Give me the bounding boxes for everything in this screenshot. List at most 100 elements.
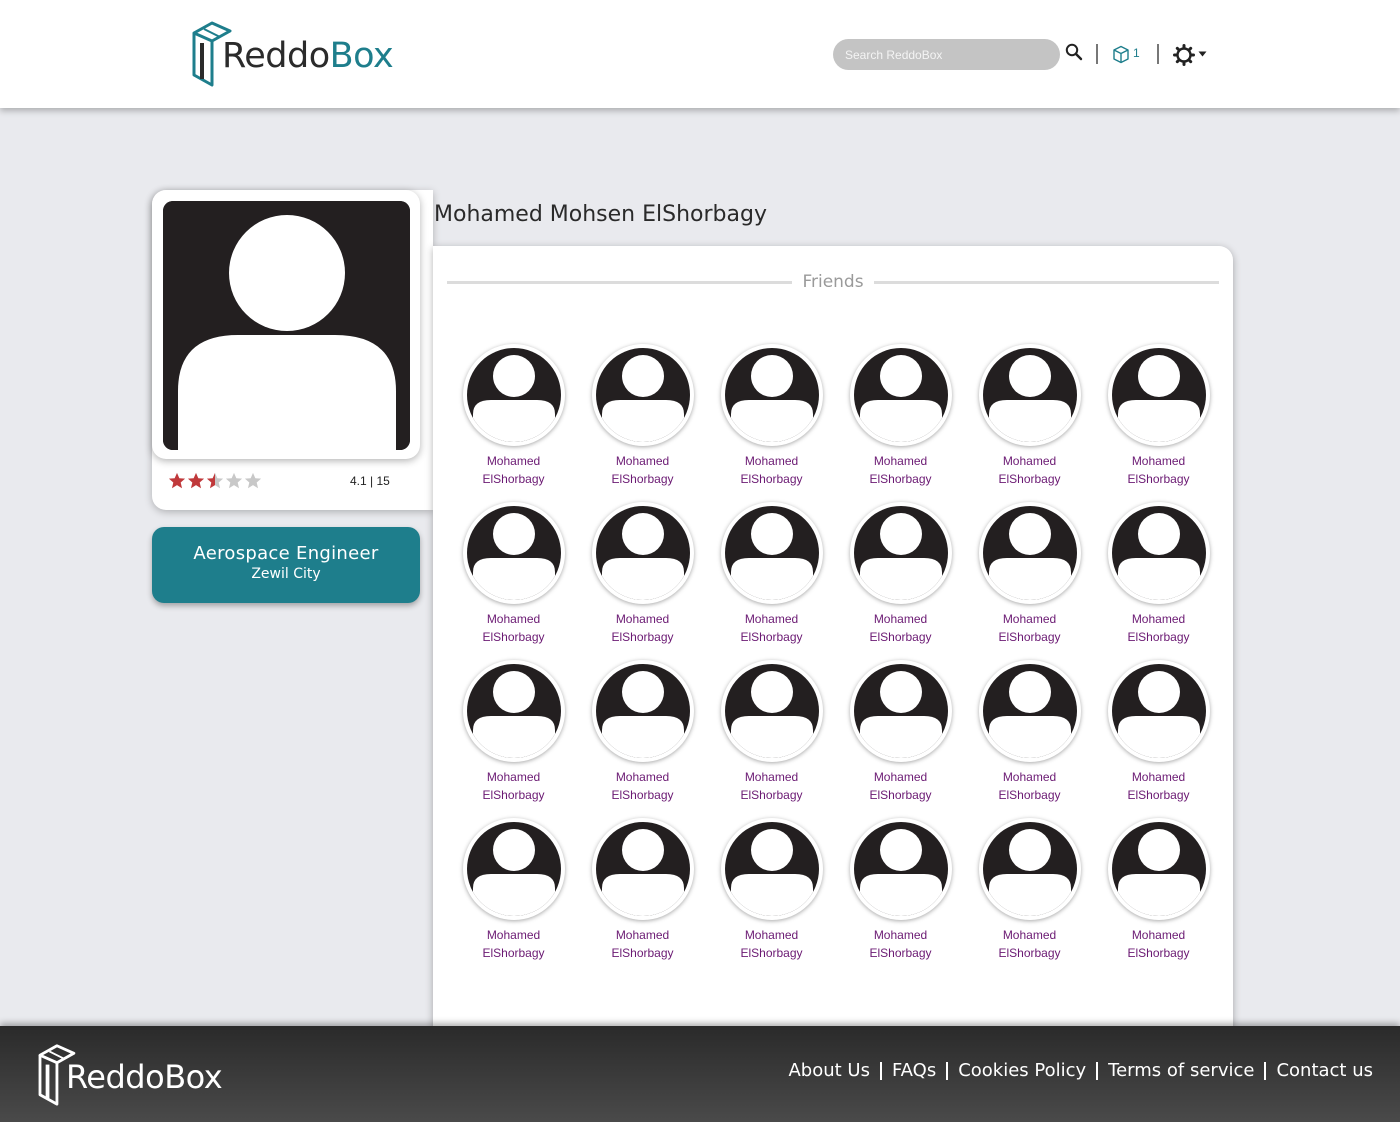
friend-name[interactable]: Mohamed ElShorbagy (578, 610, 707, 646)
friend-name[interactable]: Mohamed ElShorbagy (449, 768, 578, 804)
friend-avatar[interactable] (591, 818, 694, 920)
friend-item[interactable]: Mohamed ElShorbagy (1094, 502, 1223, 646)
friend-item[interactable]: Mohamed ElShorbagy (836, 344, 965, 488)
footer-logo[interactable]: ReddoBox (36, 1042, 223, 1106)
friend-item[interactable]: Mohamed ElShorbagy (965, 660, 1094, 804)
job-card[interactable]: Aerospace Engineer Zewil City (152, 527, 420, 603)
friend-avatar[interactable] (591, 660, 694, 762)
friend-last-name: ElShorbagy (998, 472, 1061, 486)
friend-item[interactable]: Mohamed ElShorbagy (707, 818, 836, 962)
friend-name[interactable]: Mohamed ElShorbagy (965, 768, 1094, 804)
friend-name[interactable]: Mohamed ElShorbagy (1094, 926, 1223, 962)
friend-name[interactable]: Mohamed ElShorbagy (578, 926, 707, 962)
friend-avatar[interactable] (849, 818, 952, 920)
friend-last-name: ElShorbagy (998, 630, 1061, 644)
friend-avatar[interactable] (978, 344, 1081, 446)
friend-last-name: ElShorbagy (740, 946, 803, 960)
friend-item[interactable]: Mohamed ElShorbagy (449, 344, 578, 488)
footer-link-faqs[interactable]: FAQs (892, 1060, 936, 1081)
friend-item[interactable]: Mohamed ElShorbagy (578, 818, 707, 962)
friend-avatar[interactable] (1107, 502, 1210, 604)
friend-name[interactable]: Mohamed ElShorbagy (1094, 452, 1223, 488)
friend-item[interactable]: Mohamed ElShorbagy (965, 502, 1094, 646)
box-count: 1 (1133, 46, 1140, 60)
box-icon[interactable] (1112, 45, 1130, 64)
friend-avatar[interactable] (462, 502, 565, 604)
star-icon (206, 472, 224, 489)
search-icon[interactable] (1065, 43, 1083, 61)
friend-item[interactable]: Mohamed ElShorbagy (707, 344, 836, 488)
friend-avatar[interactable] (720, 660, 823, 762)
friend-name[interactable]: Mohamed ElShorbagy (707, 768, 836, 804)
chevron-down-icon[interactable] (1198, 51, 1207, 57)
friend-name[interactable]: Mohamed ElShorbagy (449, 452, 578, 488)
friend-avatar[interactable] (591, 502, 694, 604)
friend-avatar[interactable] (1107, 344, 1210, 446)
friend-name[interactable]: Mohamed ElShorbagy (836, 452, 965, 488)
friend-avatar[interactable] (849, 502, 952, 604)
gear-icon[interactable] (1173, 44, 1195, 66)
friend-item[interactable]: Mohamed ElShorbagy (449, 818, 578, 962)
friend-last-name: ElShorbagy (482, 630, 545, 644)
footer-link-terms-of-service[interactable]: Terms of service (1108, 1060, 1254, 1081)
friend-name[interactable]: Mohamed ElShorbagy (1094, 610, 1223, 646)
friend-name[interactable]: Mohamed ElShorbagy (965, 610, 1094, 646)
friend-item[interactable]: Mohamed ElShorbagy (707, 660, 836, 804)
friend-item[interactable]: Mohamed ElShorbagy (1094, 818, 1223, 962)
friend-avatar[interactable] (462, 660, 565, 762)
friend-avatar[interactable] (720, 344, 823, 446)
footer-link-cookies-policy[interactable]: Cookies Policy (958, 1060, 1086, 1081)
friend-last-name: ElShorbagy (740, 788, 803, 802)
friend-avatar[interactable] (462, 344, 565, 446)
friend-name[interactable]: Mohamed ElShorbagy (707, 452, 836, 488)
friend-name[interactable]: Mohamed ElShorbagy (836, 768, 965, 804)
friend-last-name: ElShorbagy (998, 946, 1061, 960)
friend-item[interactable]: Mohamed ElShorbagy (836, 502, 965, 646)
friend-avatar[interactable] (462, 818, 565, 920)
friend-avatar[interactable] (720, 502, 823, 604)
friend-name[interactable]: Mohamed ElShorbagy (836, 926, 965, 962)
friend-avatar[interactable] (849, 660, 952, 762)
friend-item[interactable]: Mohamed ElShorbagy (707, 502, 836, 646)
friend-last-name: ElShorbagy (869, 472, 932, 486)
user-avatar-icon (724, 664, 819, 758)
friend-item[interactable]: Mohamed ElShorbagy (1094, 344, 1223, 488)
friend-avatar[interactable] (720, 818, 823, 920)
friend-item[interactable]: Mohamed ElShorbagy (578, 660, 707, 804)
friend-item[interactable]: Mohamed ElShorbagy (449, 502, 578, 646)
friend-avatar[interactable] (978, 818, 1081, 920)
friend-name[interactable]: Mohamed ElShorbagy (578, 452, 707, 488)
user-avatar-icon (982, 506, 1077, 600)
friend-name[interactable]: Mohamed ElShorbagy (1094, 768, 1223, 804)
search-input[interactable] (833, 39, 1060, 70)
friend-name[interactable]: Mohamed ElShorbagy (707, 926, 836, 962)
friend-item[interactable]: Mohamed ElShorbagy (449, 660, 578, 804)
friend-last-name: ElShorbagy (998, 788, 1061, 802)
friend-name[interactable]: Mohamed ElShorbagy (449, 926, 578, 962)
friend-name[interactable]: Mohamed ElShorbagy (965, 926, 1094, 962)
friend-item[interactable]: Mohamed ElShorbagy (836, 660, 965, 804)
friend-item[interactable]: Mohamed ElShorbagy (836, 818, 965, 962)
friend-name[interactable]: Mohamed ElShorbagy (836, 610, 965, 646)
reddobox-logo[interactable]: ReddoBox (190, 18, 394, 88)
friend-item[interactable]: Mohamed ElShorbagy (1094, 660, 1223, 804)
friend-name[interactable]: Mohamed ElShorbagy (449, 610, 578, 646)
friend-avatar[interactable] (849, 344, 952, 446)
friend-avatar[interactable] (978, 660, 1081, 762)
footer-link-about-us[interactable]: About Us (788, 1060, 870, 1081)
friend-name[interactable]: Mohamed ElShorbagy (707, 610, 836, 646)
friend-avatar[interactable] (978, 502, 1081, 604)
friend-item[interactable]: Mohamed ElShorbagy (578, 502, 707, 646)
footer-link-contact-us[interactable]: Contact us (1276, 1060, 1373, 1081)
friend-name[interactable]: Mohamed ElShorbagy (578, 768, 707, 804)
friend-item[interactable]: Mohamed ElShorbagy (578, 344, 707, 488)
friend-name[interactable]: Mohamed ElShorbagy (965, 452, 1094, 488)
friend-item[interactable]: Mohamed ElShorbagy (965, 344, 1094, 488)
friend-avatar[interactable] (1107, 660, 1210, 762)
user-avatar-icon (1111, 348, 1206, 442)
friend-avatar[interactable] (591, 344, 694, 446)
profile-photo[interactable] (163, 201, 410, 450)
friend-avatar[interactable] (1107, 818, 1210, 920)
profile-name: Mohamed Mohsen ElShorbagy (434, 202, 767, 227)
friend-item[interactable]: Mohamed ElShorbagy (965, 818, 1094, 962)
